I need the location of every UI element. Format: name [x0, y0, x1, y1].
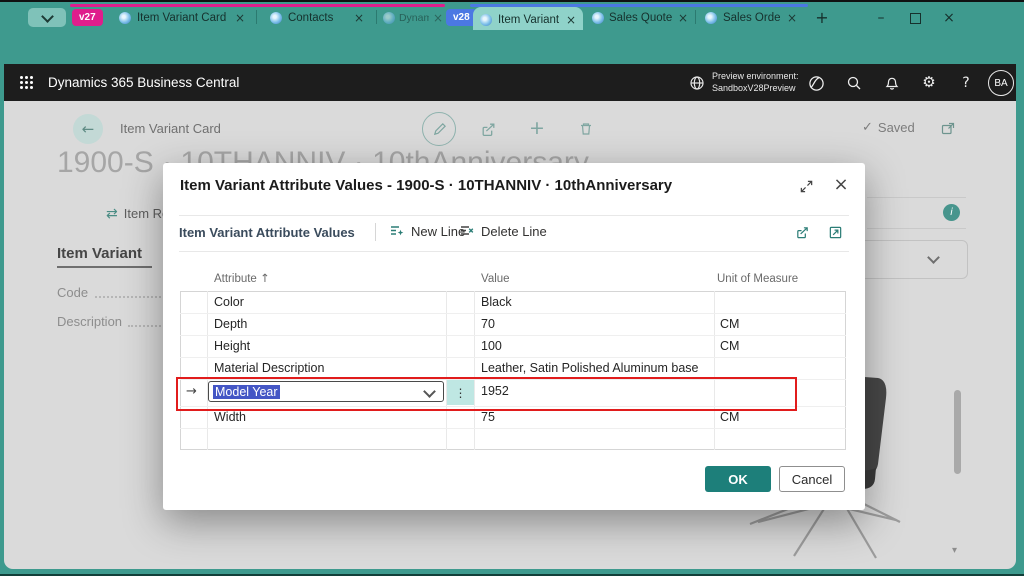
- sort-ascending-icon: ↑: [260, 271, 270, 285]
- dynamics-favicon: [383, 12, 395, 24]
- field-label-code: Code: [57, 285, 88, 300]
- cell-unit[interactable]: CM: [720, 339, 739, 353]
- cell-unit[interactable]: CM: [720, 410, 739, 424]
- browser-tab-sales-quote[interactable]: Sales Quote - 1001 ×: [587, 6, 693, 30]
- browser-tab-bar: v27 Item Variant Card × Contacts × Dynam…: [0, 0, 1024, 32]
- breadcrumb: Item Variant Card: [120, 121, 221, 136]
- cell-attribute[interactable]: Depth: [214, 317, 247, 331]
- delete-trash-icon[interactable]: [576, 119, 596, 139]
- tab-close-icon[interactable]: ×: [566, 14, 576, 26]
- waffle-menu-icon[interactable]: [16, 72, 38, 94]
- environment-label: Preview environment: SandboxV28Preview: [712, 71, 799, 94]
- bc-app-header: Dynamics 365 Business Central Preview en…: [4, 64, 1016, 101]
- cell-attribute[interactable]: Material Description: [214, 361, 324, 375]
- ok-button[interactable]: OK: [705, 466, 771, 492]
- tab-search-chevron-button[interactable]: [28, 8, 66, 27]
- tab-group-badge-v27[interactable]: v27: [72, 9, 103, 26]
- notifications-bell-icon[interactable]: [882, 73, 902, 93]
- dynamics-favicon: [270, 12, 282, 24]
- fullscreen-icon[interactable]: [826, 223, 844, 241]
- page-back-button[interactable]: ←: [73, 114, 103, 144]
- delete-line-icon: [459, 223, 475, 239]
- help-icon[interactable]: ?: [956, 73, 976, 93]
- share-icon[interactable]: [478, 119, 498, 139]
- tab-divider: [695, 10, 696, 24]
- annotation-highlight-box: [176, 377, 797, 411]
- column-header-attribute[interactable]: Attribute ↑: [214, 273, 270, 285]
- tab-divider: [256, 10, 257, 24]
- check-icon: ✓: [862, 121, 873, 134]
- tab-close-icon[interactable]: ×: [433, 12, 443, 24]
- chevron-down-icon: [927, 251, 940, 264]
- window-close-button[interactable]: ×: [936, 6, 962, 30]
- list-caption[interactable]: Item Variant Attribute Values: [179, 225, 355, 240]
- browser-url-bar: ← ↻ https://businesscentral.dynamics.com…: [0, 30, 1024, 64]
- cell-attribute[interactable]: Width: [214, 410, 246, 424]
- dialog-close-icon[interactable]: ×: [831, 174, 851, 196]
- dialog-expand-icon[interactable]: [797, 177, 815, 195]
- delete-line-button[interactable]: Delete Line: [459, 223, 547, 239]
- edit-pencil-icon[interactable]: [422, 112, 456, 146]
- browser-tab-sales-orders[interactable]: Sales Orders ×: [699, 6, 803, 30]
- settings-gear-icon[interactable]: ⚙: [919, 72, 939, 92]
- column-header-unit[interactable]: Unit of Measure: [717, 273, 798, 285]
- save-status: ✓ Saved: [862, 120, 915, 135]
- dynamics-favicon: [705, 12, 717, 24]
- cell-value[interactable]: 100: [481, 339, 502, 353]
- cell-attribute[interactable]: Color: [214, 295, 244, 309]
- tab-close-icon[interactable]: ×: [787, 12, 797, 24]
- tab-close-icon[interactable]: ×: [354, 12, 364, 24]
- cell-value[interactable]: Black: [481, 295, 512, 309]
- environment-icon[interactable]: [688, 74, 706, 92]
- tab-divider: [376, 10, 377, 24]
- window-minimize-button[interactable]: –: [868, 6, 894, 30]
- swap-arrows-icon: ⇄: [106, 207, 118, 221]
- item-variant-attribute-values-dialog: Item Variant Attribute Values - 1900-S ·…: [163, 163, 865, 510]
- new-line-icon: [389, 223, 405, 239]
- scrollbar-down-arrow[interactable]: ▾: [952, 546, 957, 556]
- browser-tab-contacts[interactable]: Contacts ×: [262, 6, 372, 30]
- app-title: Dynamics 365 Business Central: [48, 75, 239, 90]
- cell-attribute[interactable]: Height: [214, 339, 250, 353]
- user-avatar[interactable]: BA: [988, 70, 1014, 96]
- section-title: Item Variant: [57, 245, 142, 262]
- share-icon[interactable]: [793, 223, 811, 241]
- field-label-description: Description: [57, 314, 122, 329]
- dynamics-favicon: [480, 14, 492, 26]
- tab-close-icon[interactable]: ×: [678, 12, 688, 24]
- copilot-icon[interactable]: [806, 73, 826, 93]
- screen: v27 Item Variant Card × Contacts × Dynam…: [0, 0, 1024, 576]
- open-in-window-icon[interactable]: [938, 119, 958, 139]
- browser-tab-item-variant-card-active[interactable]: Item Variant Card ×: [473, 7, 583, 32]
- cell-value[interactable]: Leather, Satin Polished Aluminum base: [481, 361, 699, 375]
- window-maximize-button[interactable]: [902, 6, 928, 30]
- search-icon[interactable]: [844, 73, 864, 93]
- new-tab-button[interactable]: +: [810, 6, 834, 30]
- dialog-title: Item Variant Attribute Values - 1900-S ·…: [180, 177, 672, 194]
- dynamics-favicon: [119, 12, 131, 24]
- new-record-icon[interactable]: +: [527, 117, 547, 139]
- column-header-value[interactable]: Value: [481, 273, 510, 285]
- browser-tab-item-variant-card-v27[interactable]: Item Variant Card ×: [112, 6, 252, 30]
- cell-value[interactable]: 70: [481, 317, 495, 331]
- cancel-button[interactable]: Cancel: [779, 466, 845, 492]
- cell-unit[interactable]: CM: [720, 317, 739, 331]
- info-icon[interactable]: i: [943, 204, 960, 221]
- section-underline: [57, 266, 152, 268]
- dynamics-favicon: [592, 12, 604, 24]
- scrollbar-thumb[interactable]: [954, 390, 961, 474]
- cell-value[interactable]: 75: [481, 410, 495, 424]
- maximize-icon: [910, 13, 921, 24]
- tab-close-icon[interactable]: ×: [235, 12, 245, 24]
- new-line-button[interactable]: New Line: [389, 223, 465, 239]
- browser-tab-dynamics-365[interactable]: Dynamics 365 Bus ×: [381, 6, 445, 30]
